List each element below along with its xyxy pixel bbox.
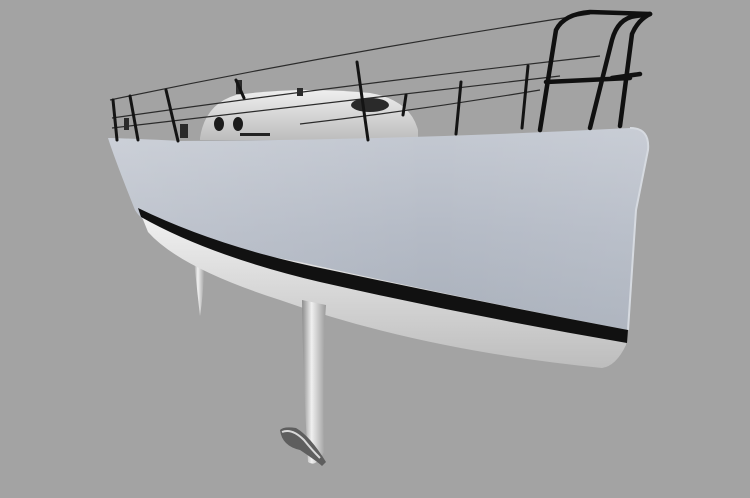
stern-pulpit	[537, 9, 653, 133]
porthole-icon	[233, 117, 243, 131]
cabin	[200, 89, 418, 140]
keel	[280, 300, 326, 466]
sailboat-render	[108, 9, 653, 466]
render-viewport	[0, 0, 750, 498]
porthole-icon	[214, 117, 224, 131]
